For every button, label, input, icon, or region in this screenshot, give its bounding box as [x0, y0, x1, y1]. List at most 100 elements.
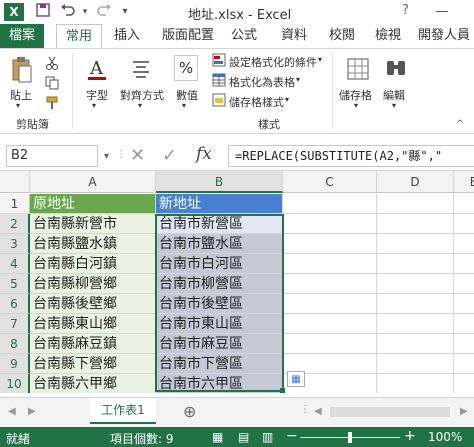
cells-dropdown-icon[interactable]: ▾	[354, 101, 358, 110]
conditional-format-label[interactable]: 設定格式化的條件	[229, 54, 317, 70]
cell-e8[interactable]	[454, 334, 474, 354]
find-icon[interactable]	[384, 55, 408, 83]
format-as-table-icon[interactable]	[212, 73, 226, 87]
cell-e5[interactable]	[454, 274, 474, 294]
redo-icon[interactable]	[94, 3, 114, 21]
conditional-format-icon[interactable]	[212, 53, 226, 67]
cell-c4[interactable]	[283, 254, 377, 274]
save-icon[interactable]	[34, 3, 52, 21]
cell-d7[interactable]	[377, 314, 454, 334]
name-box[interactable]: B2	[6, 145, 98, 167]
cell-d6[interactable]	[377, 294, 454, 314]
row-header-1[interactable]: 1	[0, 194, 30, 214]
cell-a7[interactable]: 台南縣東山鄉	[30, 314, 156, 334]
undo-dropdown-icon[interactable]: ▾	[80, 3, 90, 21]
font-icon[interactable]: A	[84, 55, 110, 83]
split-grip-icon[interactable]: ⋮	[300, 404, 310, 415]
sheet-scroll-left-icon[interactable]: ◀	[8, 406, 16, 417]
cell-a10[interactable]: 台南縣六甲鄉	[30, 374, 156, 393]
help-icon[interactable]: ?	[402, 3, 409, 18]
cell-c2[interactable]	[283, 214, 377, 234]
copy-icon[interactable]	[44, 75, 60, 91]
cell-d3[interactable]	[377, 234, 454, 254]
cell-c5[interactable]	[283, 274, 377, 294]
cell-b2[interactable]: 台南市新營區	[156, 214, 283, 234]
column-header-e[interactable]: E	[454, 171, 474, 193]
cancel-icon[interactable]: ✕	[130, 145, 145, 166]
paste-icon[interactable]	[10, 55, 34, 85]
cell-a6[interactable]: 台南縣後壁鄉	[30, 294, 156, 314]
cell-c7[interactable]	[283, 314, 377, 334]
name-box-dropdown-icon[interactable]: ▾	[104, 151, 109, 162]
tab-view[interactable]: 檢視	[372, 24, 404, 48]
cell-d2[interactable]	[377, 214, 454, 234]
cell-styles-dropdown-icon[interactable]: ▾	[285, 95, 289, 104]
cell-c3[interactable]	[283, 234, 377, 254]
normal-view-icon[interactable]: ▦	[212, 430, 223, 444]
cell-b10[interactable]: 台南市六甲區	[156, 374, 283, 393]
row-header-4[interactable]: 4	[0, 254, 30, 274]
cell-d10[interactable]	[377, 374, 454, 393]
cell-a3[interactable]: 台南縣鹽水鎮	[30, 234, 156, 254]
cell-a9[interactable]: 台南縣下營鄉	[30, 354, 156, 374]
tab-data[interactable]: 資料	[278, 24, 310, 48]
editing-dropdown-icon[interactable]: ▾	[392, 101, 396, 110]
font-label[interactable]: 字型	[86, 87, 108, 103]
cell-b1[interactable]: 新地址	[156, 194, 283, 214]
add-sheet-icon[interactable]: ⊕	[183, 402, 196, 421]
cell-b7[interactable]: 台南市東山區	[156, 314, 283, 334]
alignment-icon[interactable]	[130, 57, 152, 81]
cell-c8[interactable]	[283, 334, 377, 354]
column-header-a[interactable]: A	[30, 171, 156, 193]
zoom-level[interactable]: 100%	[428, 430, 462, 444]
tab-developer[interactable]: 開發人員	[418, 24, 474, 48]
row-header-8[interactable]: 8	[0, 334, 30, 354]
cell-c6[interactable]	[283, 294, 377, 314]
cells-icon[interactable]	[346, 55, 370, 83]
tab-review[interactable]: 校閱	[326, 24, 358, 48]
paste-dropdown-icon[interactable]: ▾	[16, 101, 20, 110]
number-label[interactable]: 數值	[176, 87, 198, 103]
zoom-out-button[interactable]: −	[286, 428, 298, 444]
cell-a2[interactable]: 台南縣新營市	[30, 214, 156, 234]
format-as-table-dropdown-icon[interactable]: ▾	[296, 75, 300, 84]
tab-file[interactable]: 檔案	[0, 24, 44, 48]
cell-b9[interactable]: 台南市下營區	[156, 354, 283, 374]
page-break-view-icon[interactable]: ▥	[262, 430, 273, 444]
undo-icon[interactable]	[58, 3, 78, 21]
horizontal-scrollbar[interactable]	[330, 407, 450, 417]
paste-label[interactable]: 貼上	[10, 87, 32, 103]
cell-d5[interactable]	[377, 274, 454, 294]
cell-a1[interactable]: 原地址	[30, 194, 156, 214]
cell-b8[interactable]: 台南市麻豆區	[156, 334, 283, 354]
zoom-in-button[interactable]: +	[404, 428, 416, 444]
cell-a8[interactable]: 台南縣麻豆鎮	[30, 334, 156, 354]
customize-qat-icon[interactable]: ▾	[118, 3, 132, 21]
enter-icon[interactable]: ✓	[162, 145, 177, 166]
tab-home[interactable]: 常用	[56, 24, 102, 49]
cell-e4[interactable]	[454, 254, 474, 274]
hscroll-left-icon[interactable]: ◀	[314, 406, 322, 417]
hscroll-right-icon[interactable]: ▶	[460, 406, 468, 417]
cell-e6[interactable]	[454, 294, 474, 314]
column-header-c[interactable]: C	[283, 171, 377, 193]
row-header-7[interactable]: 7	[0, 314, 30, 334]
quick-analysis-icon[interactable]: ▦	[287, 371, 305, 387]
minimize-icon[interactable]	[436, 11, 448, 12]
font-dropdown-icon[interactable]: ▾	[92, 101, 96, 110]
cell-e9[interactable]	[454, 354, 474, 374]
cell-d1[interactable]	[377, 194, 454, 214]
format-painter-icon[interactable]	[44, 95, 60, 111]
insert-function-icon[interactable]: fx	[196, 144, 212, 164]
row-header-10[interactable]: 10	[0, 374, 30, 393]
cell-e2[interactable]	[454, 214, 474, 234]
tab-formulas[interactable]: 公式	[228, 24, 260, 48]
tab-insert[interactable]: 插入	[110, 24, 144, 48]
format-as-table-label[interactable]: 格式化為表格	[229, 74, 295, 90]
formula-input[interactable]: =REPLACE(SUBSTITUTE(A2,"縣","	[228, 145, 474, 167]
row-header-6[interactable]: 6	[0, 294, 30, 314]
worksheet-grid[interactable]: ABCDE 1 原地址 新地址 2 台南縣新營市 台南市新營區 3 台南縣鹽水鎮 台南市鹽水區 4…	[0, 171, 474, 393]
fill-handle[interactable]	[280, 388, 285, 393]
cell-a4[interactable]: 台南縣白河鎮	[30, 254, 156, 274]
cell-styles-icon[interactable]	[212, 93, 226, 107]
